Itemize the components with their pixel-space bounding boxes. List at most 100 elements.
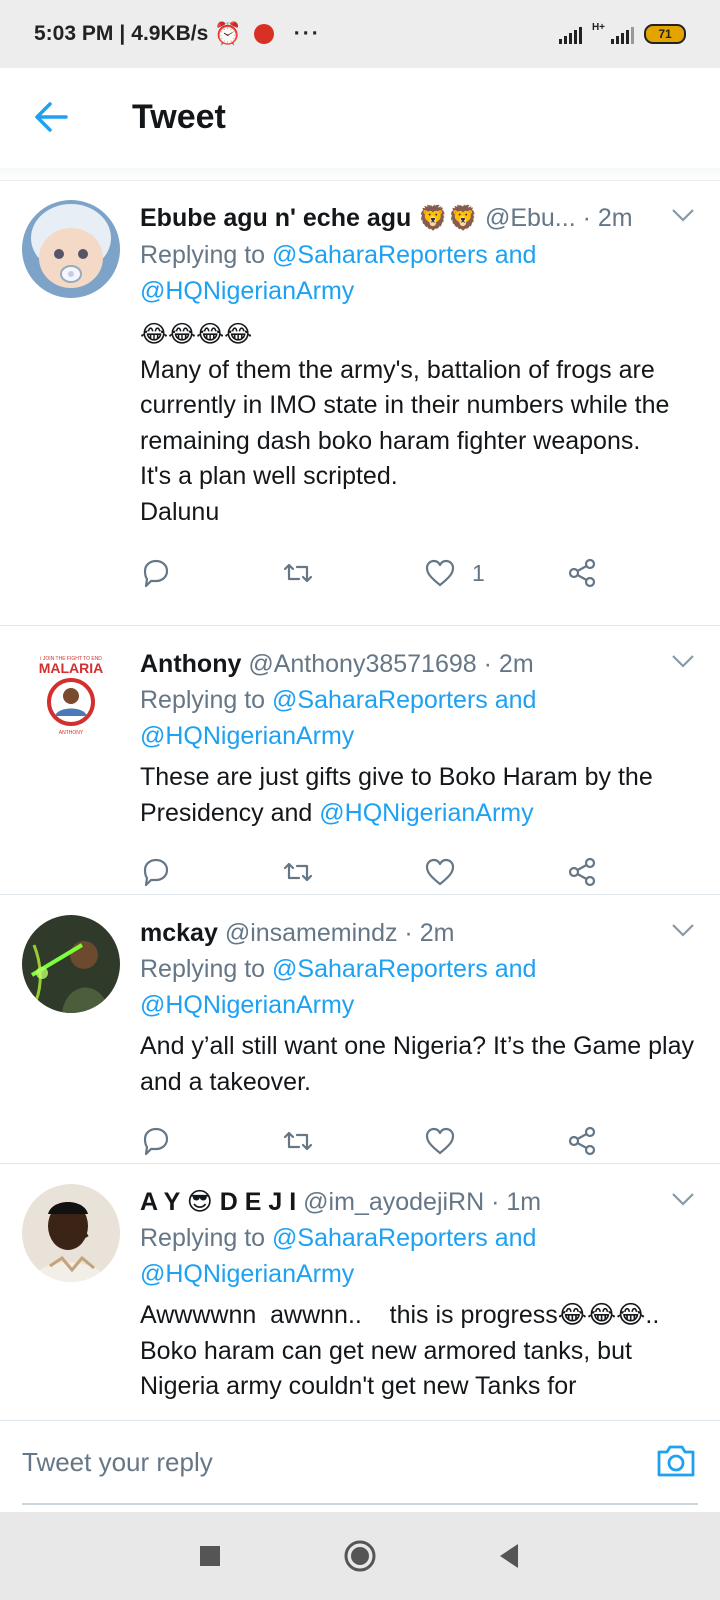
- avatar[interactable]: [22, 915, 120, 1013]
- tweet-text: Many of them the army's, battalion of fr…: [140, 355, 670, 526]
- tweet[interactable]: A Y 😎 D E J I @im_ayodejiRN · 1m Replyin…: [0, 1164, 720, 1420]
- like-button[interactable]: 1: [424, 556, 485, 590]
- tweet[interactable]: I JOIN THE FIGHT TO END MALARIA ANTHONY …: [0, 626, 720, 895]
- retweet-button[interactable]: [282, 1124, 314, 1158]
- author-name[interactable]: mckay: [140, 919, 218, 947]
- reply-button[interactable]: [140, 855, 172, 889]
- like-button[interactable]: [424, 1124, 456, 1158]
- heart-icon: [425, 858, 455, 886]
- status-left: 5:03 PM | 4.9KB/s ⏰ ···: [34, 0, 321, 68]
- share-button[interactable]: [566, 1124, 598, 1158]
- share-icon: [568, 558, 596, 588]
- retweet-icon: [283, 563, 313, 583]
- author-name[interactable]: Ebube agu n' eche agu: [140, 204, 411, 232]
- tweet-time: · 2m: [483, 650, 534, 678]
- tweet-body: A Y 😎 D E J I @im_ayodejiRN · 1m Replyin…: [140, 1164, 720, 1405]
- app-header: Tweet: [0, 68, 720, 169]
- more-notifications-icon: ···: [293, 22, 321, 45]
- and-word[interactable]: and: [495, 686, 537, 714]
- tweet-body: mckay @insamemindz · 2m Replying to @Sah…: [140, 895, 720, 1182]
- battery-icon: 71: [644, 24, 686, 44]
- retweet-button[interactable]: [282, 556, 314, 590]
- alarm-icon: ⏰: [214, 21, 242, 46]
- camera-icon[interactable]: [654, 1439, 698, 1483]
- replying-to: Replying to @SaharaReporters and @HQNige…: [140, 682, 696, 754]
- reply-icon: [143, 1127, 169, 1156]
- mention-link[interactable]: @SaharaReporters: [272, 955, 488, 983]
- tweet-meta: Ebube agu n' eche agu 🦁🦁 @Ebu... · 2m: [140, 202, 696, 235]
- author-handle[interactable]: @im_ayodejiRN: [303, 1188, 484, 1216]
- battery-level: 71: [658, 27, 672, 41]
- mention-link[interactable]: @HQNigerianArmy: [319, 799, 533, 827]
- signal-icon: [558, 24, 582, 44]
- reply-button[interactable]: [140, 556, 172, 590]
- reply-input-underline: [22, 1503, 698, 1505]
- avatar-caption-bottom: ANTHONY: [59, 730, 84, 736]
- retweet-button[interactable]: [282, 855, 314, 889]
- replying-prefix: Replying to: [140, 241, 266, 269]
- back-arrow-icon[interactable]: [30, 96, 72, 138]
- and-word[interactable]: and: [495, 1224, 537, 1252]
- replying-prefix: Replying to: [140, 955, 266, 983]
- replies-feed[interactable]: Ebube agu n' eche agu 🦁🦁 @Ebu... · 2m Re…: [0, 180, 720, 1420]
- share-icon: [568, 857, 596, 887]
- mention-link[interactable]: @HQNigerianArmy: [140, 1260, 354, 1288]
- share-button[interactable]: [566, 556, 598, 590]
- malaria-avatar-image: I JOIN THE FIGHT TO END MALARIA ANTHONY: [22, 646, 120, 744]
- signal-icon-2: [611, 24, 634, 44]
- status-separator: |: [119, 22, 126, 45]
- replying-prefix: Replying to: [140, 1224, 266, 1252]
- mention-link[interactable]: @HQNigerianArmy: [140, 277, 354, 305]
- reply-input[interactable]: Tweet your reply: [22, 1447, 213, 1478]
- status-right: H+ 71: [558, 0, 686, 68]
- tweet-time: · 2m: [582, 204, 633, 232]
- status-time: 5:03 PM: [34, 22, 114, 45]
- author-handle[interactable]: @insamemindz: [225, 919, 398, 947]
- heart-icon: [425, 559, 455, 587]
- reply-button[interactable]: [140, 1124, 172, 1158]
- author-name[interactable]: Anthony: [140, 650, 241, 678]
- tweet[interactable]: mckay @insamemindz · 2m Replying to @Sah…: [0, 895, 720, 1164]
- archer-avatar-image: [22, 915, 120, 1013]
- tweet-body: Ebube agu n' eche agu 🦁🦁 @Ebu... · 2m Re…: [140, 180, 720, 614]
- mention-link[interactable]: @SaharaReporters: [272, 1224, 488, 1252]
- author-handle[interactable]: @Ebu...: [485, 204, 576, 232]
- author-handle[interactable]: @Anthony38571698: [248, 650, 476, 678]
- reply-icon: [143, 559, 169, 588]
- tweet-meta: Anthony @Anthony38571698 · 2m: [140, 648, 696, 680]
- mention-link[interactable]: @SaharaReporters: [272, 686, 488, 714]
- like-button[interactable]: [424, 855, 456, 889]
- home-icon[interactable]: [340, 1536, 380, 1576]
- system-navigation-bar: [0, 1512, 720, 1600]
- status-speed: 4.9KB/s: [131, 22, 209, 45]
- back-icon[interactable]: [490, 1536, 530, 1576]
- author-name[interactable]: A Y 😎 D E J I: [140, 1188, 296, 1216]
- retweet-icon: [283, 1131, 313, 1151]
- avatar[interactable]: [22, 1184, 120, 1282]
- replying-to: Replying to @SaharaReporters and @HQNige…: [140, 237, 696, 309]
- status-bar: 5:03 PM | 4.9KB/s ⏰ ··· H+ 71: [0, 0, 720, 68]
- avatar[interactable]: I JOIN THE FIGHT TO END MALARIA ANTHONY: [22, 646, 120, 744]
- and-word[interactable]: and: [495, 955, 537, 983]
- replying-prefix: Replying to: [140, 686, 266, 714]
- reply-composer[interactable]: Tweet your reply: [0, 1420, 720, 1513]
- tweet-actions: 1: [140, 544, 696, 614]
- share-button[interactable]: [566, 855, 598, 889]
- tweet-body: Anthony @Anthony38571698 · 2m Replying t…: [140, 626, 720, 913]
- mention-link[interactable]: @SaharaReporters: [272, 241, 488, 269]
- mention-link[interactable]: @HQNigerianArmy: [140, 991, 354, 1019]
- tweet-text: And y’all still want one Nigeria? It’s t…: [140, 1032, 701, 1096]
- avatar[interactable]: [22, 200, 120, 298]
- heart-icon: [425, 1127, 455, 1155]
- replying-to: Replying to @SaharaReporters and @HQNige…: [140, 951, 696, 1023]
- page-title: Tweet: [132, 98, 226, 136]
- avatar-caption-main: MALARIA: [39, 660, 104, 676]
- notification-app-icon: [253, 24, 274, 44]
- recent-apps-icon[interactable]: [190, 1536, 230, 1576]
- tweet[interactable]: Ebube agu n' eche agu 🦁🦁 @Ebu... · 2m Re…: [0, 180, 720, 626]
- tweet-text: Awwwwnn awwnn.. this is progress😂😂😂.. Bo…: [140, 1301, 674, 1400]
- tweet-meta: A Y 😎 D E J I @im_ayodejiRN · 1m: [140, 1186, 696, 1218]
- and-word[interactable]: and: [495, 241, 537, 269]
- tweet-emoji-line: 😂😂😂😂: [140, 321, 253, 348]
- mention-link[interactable]: @HQNigerianArmy: [140, 722, 354, 750]
